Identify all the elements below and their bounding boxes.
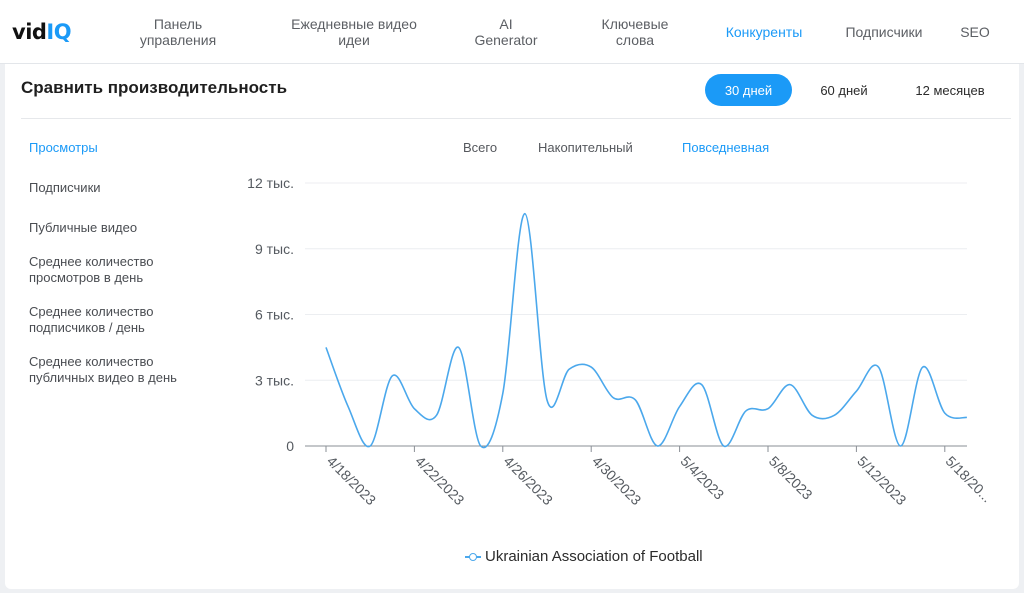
nav-item-daily-ideas[interactable]: Ежедневные видео идеи xyxy=(276,0,432,64)
compare-performance-card: Сравнить производительность 30 дней 60 д… xyxy=(5,64,1019,589)
x-tick-label: 4/18/2023 xyxy=(324,453,380,509)
chart-legend[interactable]: Ukrainian Association of Football xyxy=(465,548,703,565)
y-tick-label: 6 тыс. xyxy=(255,307,294,323)
nav-item-competitors[interactable]: Конкуренты xyxy=(712,0,816,64)
nav-item-seo[interactable]: SEO xyxy=(950,0,1000,64)
x-tick-label: 5/8/2023 xyxy=(766,453,816,503)
x-tick-label: 5/4/2023 xyxy=(677,453,727,503)
views-line-chart: 0 3 тыс. 6 тыс. 9 тыс. 12 тыс. 4/18/2023 4/22… xyxy=(247,175,996,509)
vidiq-logo[interactable]: vid IQ xyxy=(12,18,72,46)
nav-item-ai-generator[interactable]: AI Generator xyxy=(466,0,546,64)
x-tick-label: 4/26/2023 xyxy=(501,453,557,509)
legend-series-label: Ukrainian Association of Football xyxy=(485,548,703,565)
nav-item-dashboard[interactable]: Панель управления xyxy=(115,0,241,64)
x-tick-label: 4/22/2023 xyxy=(412,453,468,509)
x-tick-label: 4/30/2023 xyxy=(589,453,645,509)
nav-item-keywords[interactable]: Ключевые слова xyxy=(583,0,687,64)
y-tick-label: 9 тыс. xyxy=(255,241,294,257)
y-tick-label: 0 xyxy=(286,438,294,454)
x-tick-label: 5/12/2023 xyxy=(854,453,910,509)
legend-line-marker-icon xyxy=(465,552,481,562)
y-tick-label: 12 тыс. xyxy=(247,175,294,191)
x-tick-label: 5/18/20... xyxy=(943,453,996,506)
top-navigation: vid IQ Панель управления Ежедневные видео… xyxy=(0,0,1024,64)
y-tick-label: 3 тыс. xyxy=(255,372,294,388)
nav-item-subscribers[interactable]: Подписчики xyxy=(832,0,936,64)
